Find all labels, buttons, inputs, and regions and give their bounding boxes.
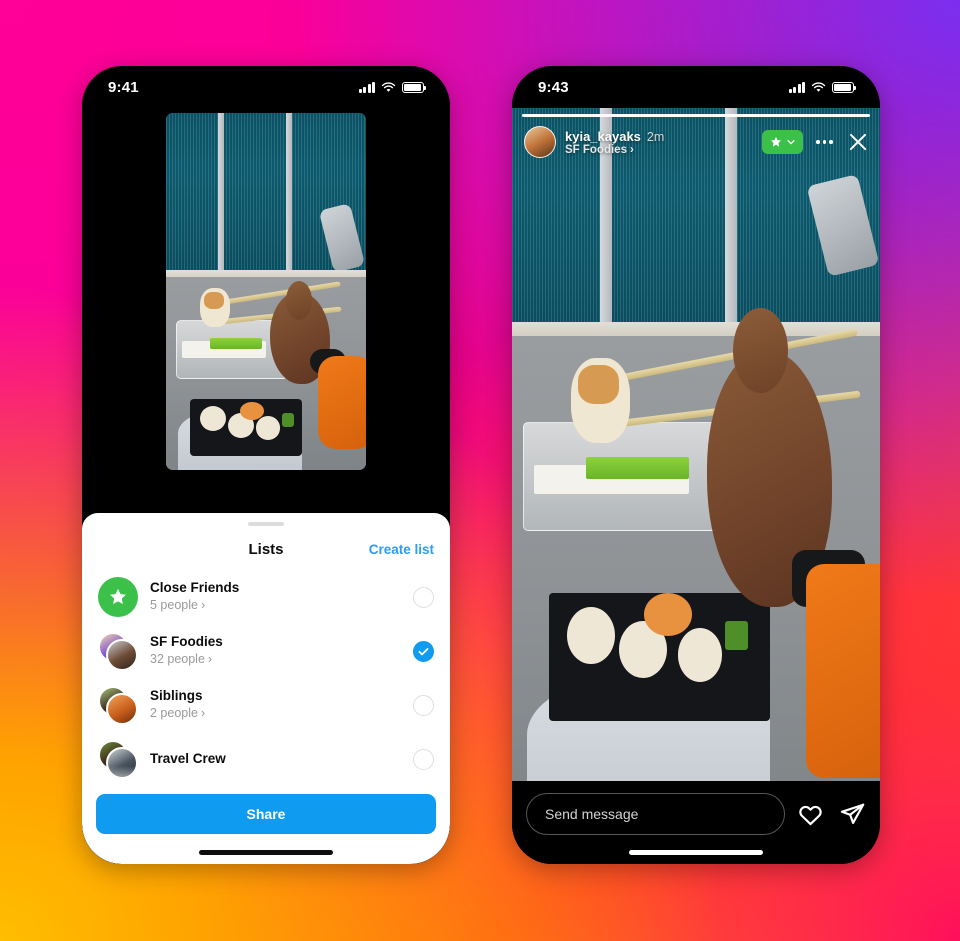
list-item[interactable]: Close Friends 5 people › <box>82 570 450 624</box>
list-item-text: Travel Crew <box>150 751 401 768</box>
right-screen: 9:43 kyia_kayaks 2m SF Foodies › Send me… <box>512 66 880 864</box>
right-status-bar: 9:43 <box>512 66 880 108</box>
list-item-name: Travel Crew <box>150 750 226 766</box>
avatar-photo <box>106 693 138 725</box>
story-username[interactable]: kyia_kayaks <box>565 129 641 144</box>
home-indicator <box>199 850 333 855</box>
list-item-meta: 5 people › <box>150 597 401 613</box>
story-timestamp: 2m <box>646 129 665 144</box>
avatar-photo <box>106 639 138 671</box>
close-friends-star-badge <box>98 577 138 617</box>
story-actions <box>797 793 866 835</box>
phone-left: 9:41 Lists Create list Close Friends 5 p… <box>82 66 450 864</box>
story-progress-bar[interactable] <box>522 114 870 117</box>
status-time: 9:43 <box>538 78 569 96</box>
list-item[interactable]: SF Foodies 32 people › <box>82 624 450 678</box>
list-item-text: Siblings 2 people › <box>150 688 401 721</box>
list-item-name: SF Foodies <box>150 634 223 650</box>
lists-container: Close Friends 5 people › SF Foodies 32 p… <box>82 570 450 788</box>
list-item-meta: 2 people › <box>150 705 401 721</box>
list-item[interactable]: Siblings 2 people › <box>82 678 450 732</box>
battery-icon <box>402 81 427 93</box>
list-item-radio-selected[interactable] <box>413 640 434 662</box>
list-item-name: Siblings <box>150 688 203 704</box>
story-audience-label: SF Foodies <box>565 143 627 156</box>
chevron-right-icon: › <box>200 598 206 613</box>
avatar[interactable] <box>524 126 556 158</box>
avatar <box>98 685 138 725</box>
list-item-name: Close Friends <box>150 580 240 596</box>
heart-icon[interactable] <box>797 801 824 828</box>
story-header: kyia_kayaks 2m SF Foodies › <box>524 126 870 158</box>
close-icon[interactable] <box>846 130 870 154</box>
lists-bottom-sheet: Lists Create list Close Friends 5 people <box>82 513 450 864</box>
story-photo <box>512 108 880 821</box>
list-item-meta: 32 people › <box>150 651 401 667</box>
more-options-icon[interactable] <box>812 134 837 150</box>
sheet-header: Lists Create list <box>82 526 450 570</box>
chevron-down-icon <box>787 140 795 145</box>
close-friends-badge-button[interactable] <box>762 130 804 154</box>
send-message-input[interactable]: Send message <box>526 793 785 835</box>
phone-right: 9:43 kyia_kayaks 2m SF Foodies › Send me… <box>512 66 880 864</box>
home-indicator <box>629 850 763 855</box>
chevron-right-icon: › <box>207 652 213 667</box>
list-item[interactable]: Travel Crew <box>82 732 450 788</box>
star-icon <box>110 588 126 605</box>
left-screen: 9:41 Lists Create list Close Friends 5 p… <box>82 66 450 864</box>
status-icons <box>788 81 857 93</box>
list-item-text: SF Foodies 32 people › <box>150 634 401 667</box>
list-item-count: 2 people <box>150 706 198 721</box>
signal-bars-icon <box>358 81 375 93</box>
story-audience[interactable]: SF Foodies › <box>565 144 753 156</box>
list-item-radio[interactable] <box>413 586 434 608</box>
wifi-icon <box>811 81 826 92</box>
chevron-right-icon: › <box>629 143 634 156</box>
check-icon <box>418 647 429 655</box>
list-fade-overlay <box>82 766 450 788</box>
create-list-button[interactable]: Create list <box>369 542 434 557</box>
status-icons <box>358 81 427 93</box>
story-author-meta: kyia_kayaks 2m SF Foodies › <box>565 129 753 156</box>
status-time: 9:41 <box>108 78 139 96</box>
left-status-bar: 9:41 <box>82 66 450 108</box>
share-button[interactable]: Share <box>96 794 436 834</box>
list-item-count: 32 people <box>150 652 205 667</box>
signal-bars-icon <box>788 81 805 93</box>
chevron-right-icon: › <box>200 706 206 721</box>
story-author-line: kyia_kayaks 2m <box>565 129 753 144</box>
list-item-count: 5 people <box>150 598 198 613</box>
story-preview-photo <box>166 113 366 470</box>
avatar <box>98 577 138 617</box>
paper-plane-icon[interactable] <box>839 801 866 828</box>
battery-icon <box>832 81 857 93</box>
wifi-icon <box>381 81 396 92</box>
avatar <box>98 631 138 671</box>
list-item-radio[interactable] <box>413 694 434 716</box>
star-icon <box>771 136 782 147</box>
list-item-text: Close Friends 5 people › <box>150 580 401 613</box>
send-message-placeholder: Send message <box>545 806 639 822</box>
